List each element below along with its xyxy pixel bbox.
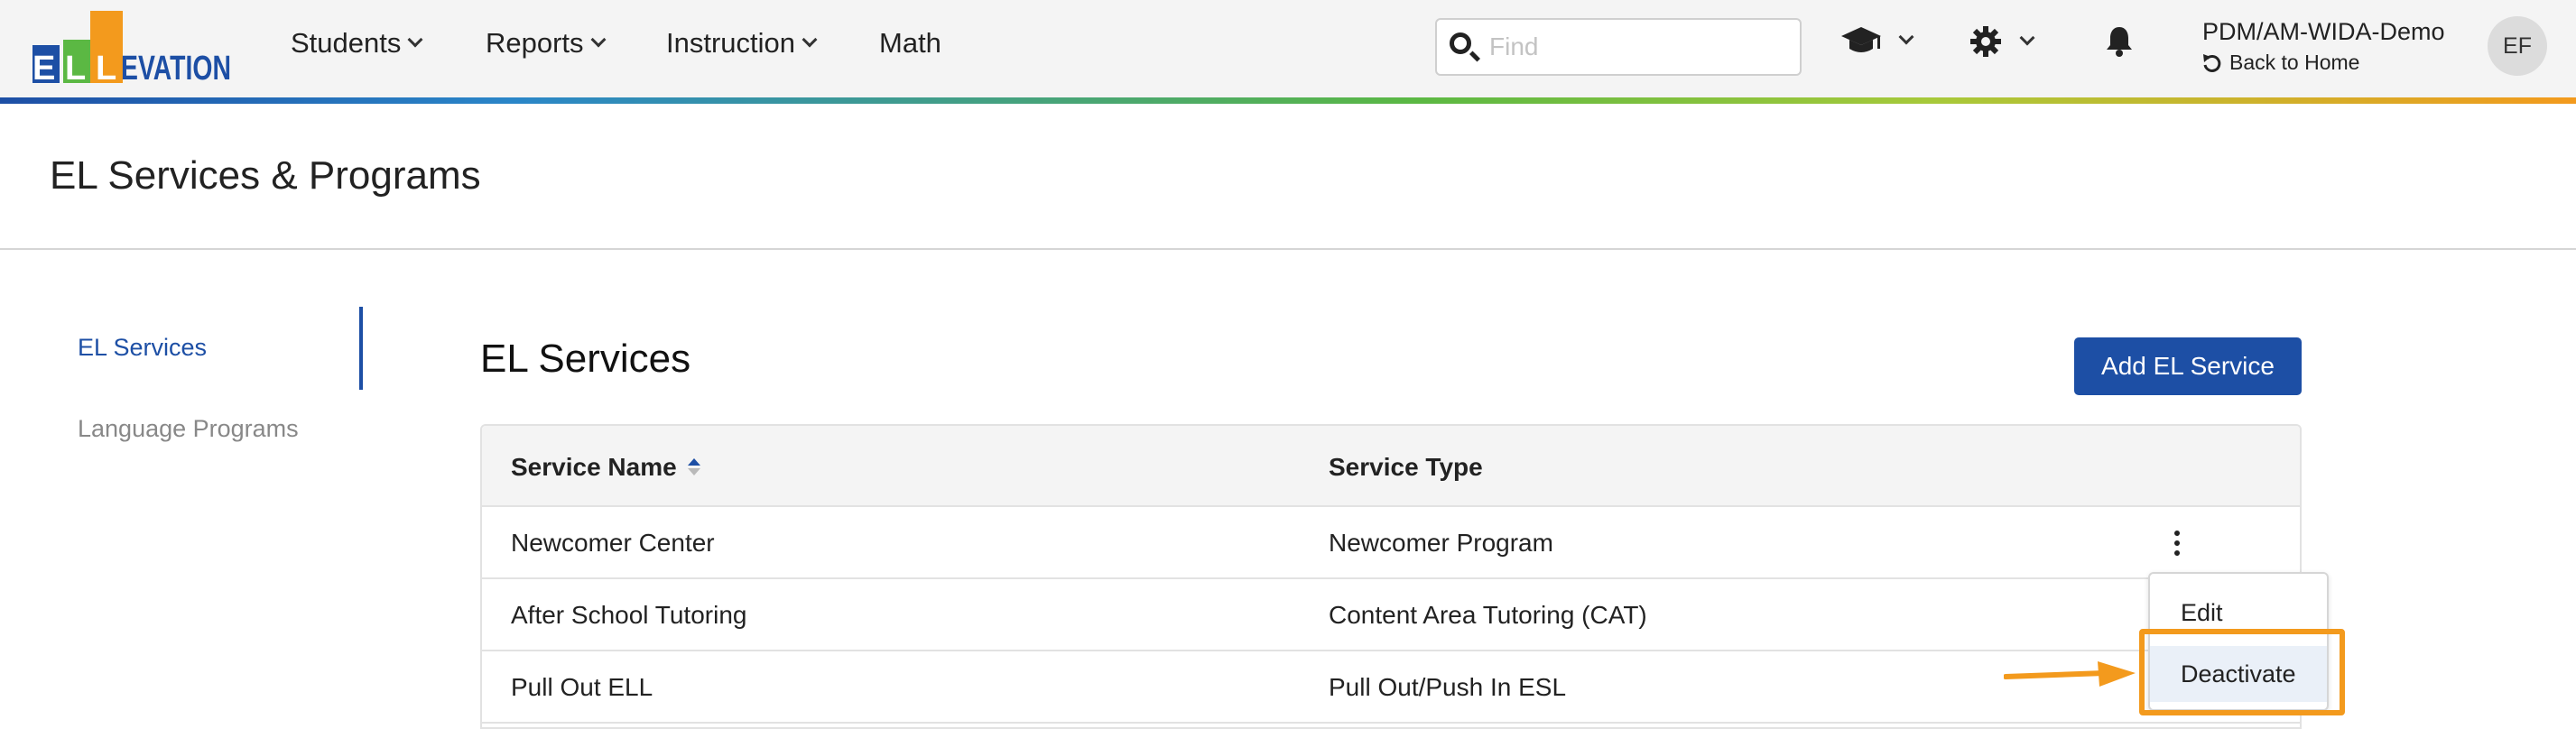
svg-text:E: E (32, 50, 55, 85)
svg-text:EVATION: EVATION (121, 50, 231, 85)
ellevation-logo[interactable]: E L L EVATION (32, 11, 240, 85)
chevron-down-icon (590, 32, 607, 48)
nav-label: Students (291, 27, 402, 59)
add-el-service-button[interactable]: Add EL Service (2074, 337, 2302, 395)
page-title: EL Services & Programs (50, 153, 481, 198)
org-name: PDM/AM-WIDA-Demo (2202, 18, 2445, 45)
nav-students[interactable]: Students (291, 27, 423, 60)
nav-label: Instruction (666, 27, 796, 59)
arrow-right-icon (2004, 661, 2136, 687)
search-icon (1450, 32, 1471, 54)
logo-wordmark: E L L EVATION (32, 50, 231, 85)
sort-ascending-icon (687, 458, 700, 476)
bell-icon (2107, 27, 2132, 57)
svg-text:L: L (65, 50, 86, 85)
nav-label: Reports (486, 27, 584, 59)
chevron-down-icon (802, 32, 818, 48)
service-type-cell: Newcomer Program (1329, 529, 1553, 557)
service-type-cell: Pull Out/Push In ESL (1329, 673, 1567, 701)
page-header: EL Services & Programs (0, 104, 2576, 250)
nav-math[interactable]: Math (879, 27, 941, 60)
table-row: Newcomer Center Newcomer Program (482, 507, 2300, 579)
service-name-cell: After School Tutoring (511, 601, 747, 629)
nav-reports[interactable]: Reports (486, 27, 607, 60)
back-to-home-link[interactable]: Back to Home (2202, 51, 2359, 75)
nav-instruction[interactable]: Instruction (666, 27, 818, 60)
settings-menu-button[interactable] (1969, 25, 2035, 58)
table-row: After School Tutoring Content Area Tutor… (482, 579, 2300, 651)
section-title: EL Services (480, 337, 691, 381)
top-navbar: E L L EVATION Students Reports Instructi… (0, 0, 2576, 99)
svg-text:L: L (96, 50, 116, 85)
column-label: Service Name (511, 453, 677, 481)
notifications-button[interactable] (2106, 25, 2133, 58)
sidebar-active-indicator (359, 307, 363, 390)
highlight-box (2139, 629, 2345, 715)
more-options-icon[interactable] (2168, 527, 2186, 559)
sidebar-item-language-programs[interactable]: Language Programs (78, 415, 299, 443)
avatar[interactable]: EF (2488, 16, 2547, 76)
service-type-cell: Content Area Tutoring (CAT) (1329, 601, 1647, 629)
service-name-cell: Newcomer Center (511, 529, 715, 557)
column-label: Service Type (1329, 453, 1483, 481)
search-box (1435, 18, 1802, 76)
undo-icon (2203, 53, 2221, 72)
search-input[interactable] (1489, 29, 1787, 65)
brand-gradient-divider (0, 97, 2576, 104)
graduation-cap-icon (1841, 27, 1881, 52)
chevron-down-icon (2019, 30, 2035, 46)
table-header: Service Name Service Type (482, 426, 2300, 507)
sidebar-item-el-services[interactable]: EL Services (78, 334, 207, 362)
chevron-down-icon (407, 32, 423, 48)
column-header-service-type[interactable]: Service Type (1329, 453, 1483, 482)
student-menu-button[interactable] (1841, 25, 1914, 56)
nav-label: Math (879, 27, 941, 59)
chevron-down-icon (1898, 29, 1914, 45)
gear-icon (1970, 26, 2001, 57)
back-to-home-label: Back to Home (2229, 51, 2360, 74)
column-header-service-name[interactable]: Service Name (511, 453, 700, 482)
service-name-cell: Pull Out ELL (511, 673, 653, 701)
